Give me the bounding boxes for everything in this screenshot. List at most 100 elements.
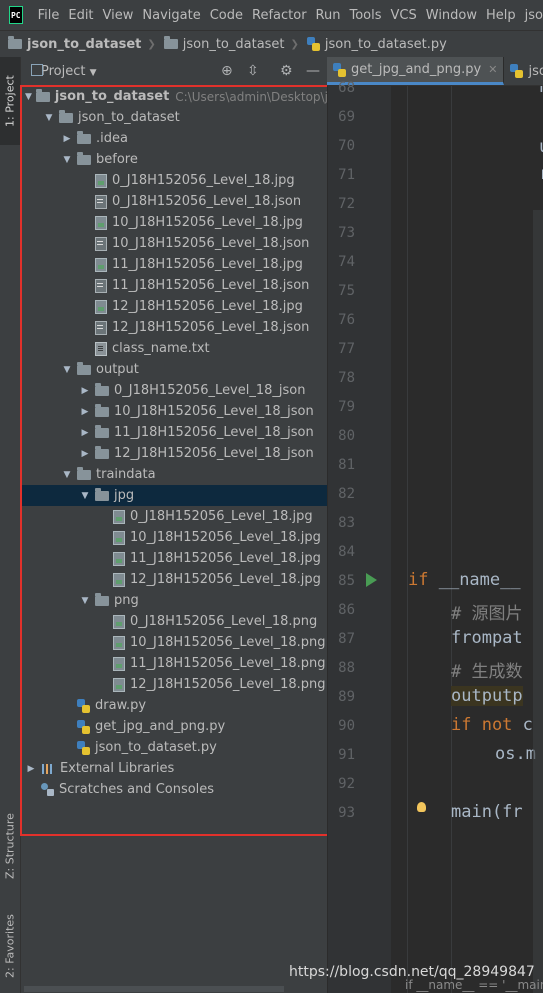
expand-arrow-right-icon[interactable]: ▶ [25,764,37,774]
project-view-selector[interactable]: Project ▼ [41,64,97,79]
menu-code[interactable]: Code [210,8,243,23]
tree-item[interactable]: ▼ jpg [21,485,327,506]
menu-navigate[interactable]: Navigate [142,8,200,23]
breadcrumb-item-root[interactable]: json_to_dataset ❯ [8,36,156,52]
tree-item[interactable]: ▶10_J18H152056_Level_18.png [21,632,327,653]
expand-arrow-right-icon[interactable]: ▶ [79,386,91,396]
breadcrumb-item-folder[interactable]: json_to_dataset ❯ [163,36,299,52]
python-file-icon [77,719,90,734]
jpg-file-icon [113,551,125,566]
lightbulb-icon[interactable] [417,802,426,812]
tree-item[interactable]: ▼ traindata [21,464,327,485]
tree-item[interactable]: ▶class_name.txt [21,338,327,359]
jpg-file-icon [95,299,107,314]
collapse-all-icon[interactable]: ⇳ [247,63,259,79]
tree-item[interactable]: ▼ before [21,149,327,170]
tree-item[interactable]: ▶12_J18H152056_Level_18.png [21,674,327,695]
tree-item[interactable]: ▶0_J18H152056_Level_18.png [21,611,327,632]
keyword: if [408,570,429,590]
project-tree: ▼ json_to_dataset C:\Users\admin\Desktop\j… [21,86,327,993]
tree-item[interactable]: ▶11_J18H152056_Level_18.jpg [21,254,327,275]
jpg-file-icon [95,257,107,272]
tree-item-label: 0_J18H152056_Level_18.jpg [130,509,313,524]
line-number: 83 [338,515,355,531]
tree-item[interactable]: ▶ 0_J18H152056_Level_18_json [21,380,327,401]
tree-item[interactable]: ▶ 11_J18H152056_Level_18_json [21,422,327,443]
gear-icon[interactable]: ⚙ [280,63,293,79]
expand-arrow-right-icon[interactable]: ▶ [61,134,73,144]
menu-tools[interactable]: Tools [349,8,381,23]
tree-item-label: 0_J18H152056_Level_18.json [112,194,302,209]
expand-arrow-down-icon[interactable]: ▼ [79,596,91,606]
tree-item[interactable]: ▶10_J18H152056_Level_18.jpg [21,527,327,548]
tree-item[interactable]: ▼ output [21,359,327,380]
tree-item[interactable]: ▼ json_to_dataset C:\Users\admin\Desktop\j… [21,86,327,107]
breadcrumb-item-file[interactable]: json_to_dataset.py [306,36,447,52]
folder-icon [35,88,50,102]
json-file-icon [95,194,107,209]
tool-tab-favorites[interactable]: 2: Favorites [0,905,20,987]
tree-item[interactable]: ▶10_J18H152056_Level_18.jpg [21,212,327,233]
menu-run[interactable]: Run [316,8,341,23]
code-line-93: main(fr [451,802,523,822]
hide-panel-icon[interactable]: — [306,63,320,79]
horizontal-scrollbar[interactable] [24,986,284,992]
tool-tab-structure[interactable]: Z: Structure [0,805,20,887]
tree-item[interactable]: ▶12_J18H152056_Level_18.jpg [21,569,327,590]
tree-item-label: 11_J18H152056_Level_18.json [112,278,310,293]
expand-arrow-right-icon[interactable]: ▶ [79,428,91,438]
tree-item[interactable]: ▶12_J18H152056_Level_18.json [21,317,327,338]
expand-arrow-down-icon[interactable]: ▼ [61,365,73,375]
expand-arrow-down-icon[interactable]: ▼ [79,491,91,501]
line-number: 72 [338,196,355,212]
run-icon[interactable] [366,573,377,587]
tree-item[interactable]: ▶10_J18H152056_Level_18.json [21,233,327,254]
expand-arrow-down-icon[interactable]: ▼ [61,470,73,480]
expand-arrow-down-icon[interactable]: ▼ [25,92,32,102]
tab-label: json [528,63,543,79]
menu-edit[interactable]: Edit [68,8,93,23]
expand-arrow-right-icon[interactable]: ▶ [79,407,91,417]
tree-item-label: png [114,593,139,608]
tree-item[interactable]: ▶ External Libraries [21,758,327,779]
menu-help[interactable]: Help [486,8,516,23]
tree-item[interactable]: ▶ 12_J18H152056_Level_18_json [21,443,327,464]
tree-item[interactable]: ▶draw.py [21,695,327,716]
menu-refactor[interactable]: Refactor [252,8,307,23]
tree-item[interactable]: ▶0_J18H152056_Level_18.json [21,191,327,212]
folder-icon [163,36,178,49]
tree-item[interactable]: ▶ 10_J18H152056_Level_18_json [21,401,327,422]
menu-vcs[interactable]: VCS [391,8,417,23]
tree-item[interactable]: ▶11_J18H152056_Level_18.png [21,653,327,674]
tree-item[interactable]: ▶Scratches and Consoles [21,779,327,800]
tree-item[interactable]: ▶0_J18H152056_Level_18.jpg [21,506,327,527]
locate-icon[interactable]: ⊕ [221,63,233,79]
breadcrumb-label: json_to_dataset.py [324,36,447,52]
tree-item-label: External Libraries [60,761,175,776]
tree-item[interactable]: ▶ .idea [21,128,327,149]
tab-json-to-dataset[interactable]: json [504,57,543,85]
code-editor[interactable]: h u r if __name__ # 源图片 frompat # 生成数 ou… [391,86,543,993]
menu-window[interactable]: Window [426,8,477,23]
tree-item[interactable]: ▼ json_to_dataset [21,107,327,128]
tree-item[interactable]: ▶get_jpg_and_png.py [21,716,327,737]
menu-view[interactable]: View [103,8,134,23]
tree-item[interactable]: ▶11_J18H152056_Level_18.jpg [21,548,327,569]
tree-item-label: traindata [96,467,156,482]
tree-item[interactable]: ▼ png [21,590,327,611]
line-number: 86 [338,602,355,618]
expand-arrow-down-icon[interactable]: ▼ [43,113,55,123]
pycharm-logo-icon: PC [9,6,23,24]
logo-text: PC [10,10,21,20]
code-line-87: frompat [451,628,523,648]
close-icon[interactable]: ✕ [488,63,497,76]
tree-item[interactable]: ▶0_J18H152056_Level_18.jpg [21,170,327,191]
tree-item[interactable]: ▶json_to_dataset.py [21,737,327,758]
menu-file[interactable]: File [38,8,60,23]
tree-item[interactable]: ▶12_J18H152056_Level_18.jpg [21,296,327,317]
expand-arrow-right-icon[interactable]: ▶ [79,449,91,459]
editor-gutter [327,86,392,993]
expand-arrow-down-icon[interactable]: ▼ [61,155,73,165]
tool-tab-project[interactable]: 1: Project [0,57,20,145]
tree-item[interactable]: ▶11_J18H152056_Level_18.json [21,275,327,296]
